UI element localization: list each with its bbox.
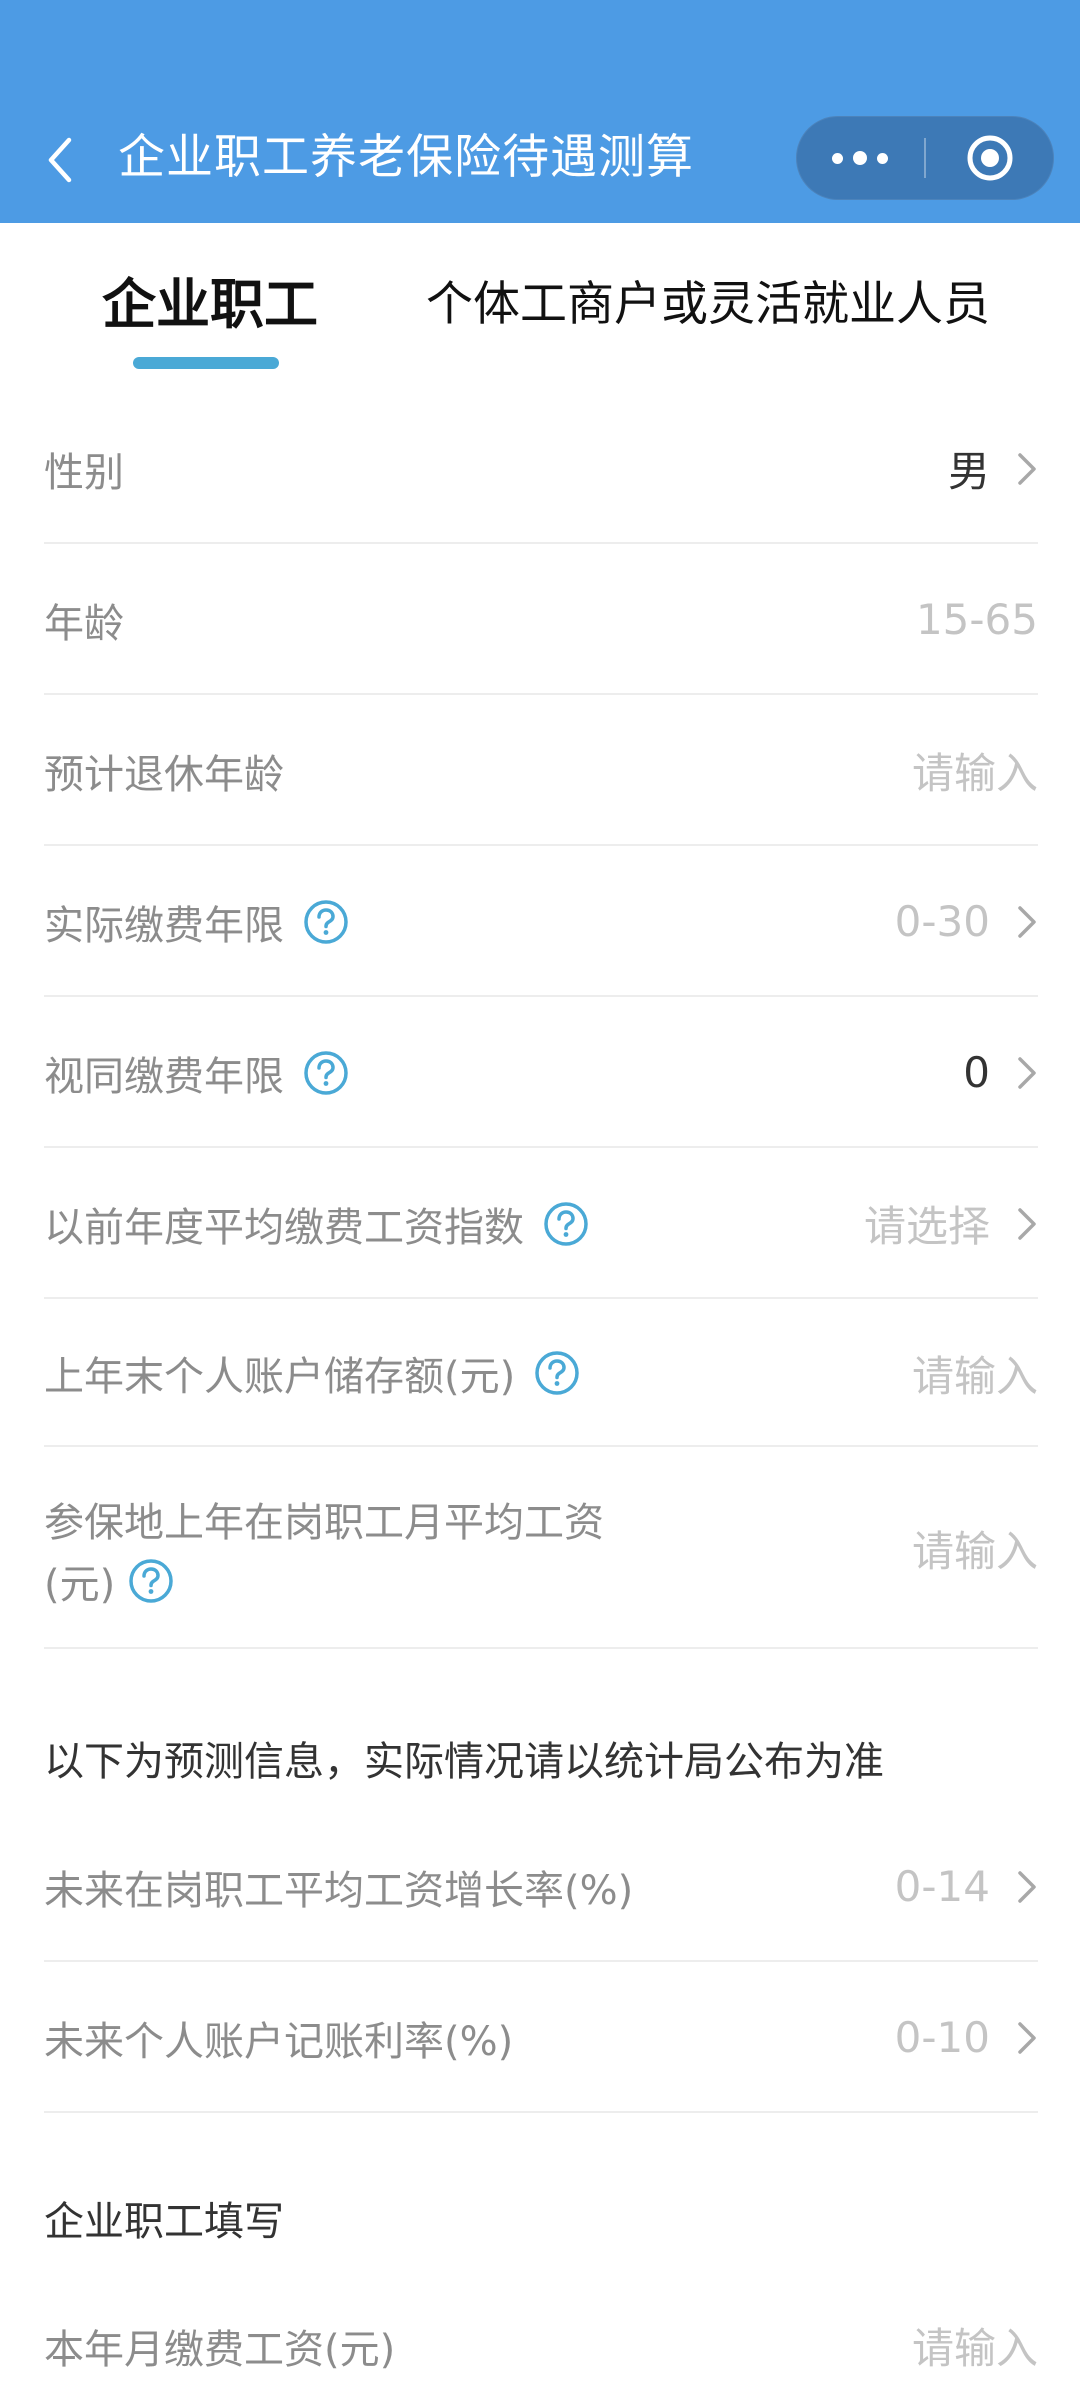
actual-years-label: 实际缴费年限 — [44, 902, 284, 949]
interest-rate-label-wrap: 未来个人账户记账利率(%) — [44, 1962, 513, 2113]
age-label-wrap: 年龄 — [44, 544, 124, 695]
interest-rate-label: 未来个人账户记账利率(%) — [44, 2018, 514, 2065]
wage-growth-label: 未来在岗职工平均工资增长率(%) — [44, 1867, 634, 1914]
retire-age-label-wrap: 预计退休年龄 — [44, 695, 284, 846]
gender-label: 性别 — [44, 449, 124, 496]
age-label: 年龄 — [44, 600, 124, 647]
help-icon[interactable] — [533, 1349, 581, 1397]
actual-years-label-wrap: 实际缴费年限 — [44, 846, 350, 997]
avg-wage-placeholder: 请输入 — [911, 1526, 1038, 1576]
employee-section-title: 企业职工填写 — [44, 2199, 284, 2245]
account-balance-input[interactable]: 请输入 — [912, 1299, 1038, 1447]
age-input[interactable]: 15-65 — [916, 544, 1038, 695]
wage-index-picker[interactable]: 请选择 — [864, 1148, 1038, 1299]
forecast-note: 以下为预测信息，实际情况请以统计局公布为准 — [44, 1739, 884, 1785]
actual-years-row[interactable]: 实际缴费年限 0-30 — [44, 846, 1038, 997]
deemed-years-picker[interactable]: 0 — [963, 997, 1038, 1148]
gender-row[interactable]: 性别 男 — [44, 393, 1038, 544]
age-placeholder: 15-65 — [915, 595, 1038, 644]
interest-rate-row[interactable]: 未来个人账户记账利率(%) 0-10 — [44, 1962, 1038, 2113]
mini-program-capsule — [796, 116, 1054, 200]
account-balance-placeholder: 请输入 — [911, 1351, 1038, 1401]
page: 企业职工养老保险待遇测算 企业职工 个体工商户或灵活就业人员 性别 男 年龄 1… — [0, 0, 1080, 2400]
page-title: 企业职工养老保险待遇测算 — [118, 130, 694, 185]
deemed-years-label: 视同缴费年限 — [44, 1053, 284, 1100]
chevron-right-icon — [1018, 452, 1036, 485]
retire-age-row[interactable]: 预计退休年龄 请输入 — [44, 695, 1038, 846]
chevron-right-icon — [1018, 1870, 1036, 1903]
nav-header: 企业职工养老保险待遇测算 — [0, 0, 1080, 223]
more-dots-icon — [827, 151, 893, 165]
monthly-wage-row[interactable]: 本年月缴费工资(元) 请输入 — [44, 2270, 1038, 2400]
divider — [44, 1647, 1038, 1649]
help-icon[interactable] — [302, 1049, 350, 1097]
deemed-years-label-wrap: 视同缴费年限 — [44, 997, 350, 1148]
gender-value: 男 — [947, 447, 990, 496]
help-icon[interactable] — [542, 1200, 590, 1248]
divider — [44, 2111, 1038, 2113]
monthly-wage-label: 本年月缴费工资(元) — [44, 2326, 396, 2373]
wage-index-placeholder: 请选择 — [863, 1202, 990, 1251]
tab-individual-flexible[interactable]: 个体工商户或灵活就业人员 — [426, 265, 990, 345]
wage-index-row[interactable]: 以前年度平均缴费工资指数 请选择 — [44, 1148, 1038, 1299]
gender-value-wrap: 男 — [948, 393, 1038, 544]
monthly-wage-label-wrap: 本年月缴费工资(元) — [44, 2270, 395, 2400]
wage-growth-row[interactable]: 未来在岗职工平均工资增长率(%) 0-14 — [44, 1811, 1038, 1962]
interest-rate-placeholder: 0-10 — [894, 2013, 990, 2062]
wage-index-label: 以前年度平均缴费工资指数 — [44, 1204, 524, 1251]
avg-wage-input[interactable]: 请输入 — [912, 1447, 1038, 1649]
wage-index-label-wrap: 以前年度平均缴费工资指数 — [44, 1148, 590, 1299]
tab-bar: 企业职工 个体工商户或灵活就业人员 — [0, 223, 1080, 383]
wage-growth-placeholder: 0-14 — [894, 1862, 990, 1911]
tab-enterprise-employee[interactable]: 企业职工 — [102, 265, 318, 345]
retire-age-input[interactable]: 请输入 — [912, 695, 1038, 846]
more-button[interactable] — [796, 116, 924, 200]
avg-wage-row[interactable]: 参保地上年在岗职工月平均工资 (元) 请输入 — [44, 1447, 1038, 1649]
gender-label-wrap: 性别 — [44, 393, 124, 544]
close-button[interactable] — [926, 116, 1054, 200]
retire-age-label: 预计退休年龄 — [44, 751, 284, 798]
deemed-years-value: 0 — [963, 1048, 990, 1097]
avg-wage-label-line2: (元) — [44, 1562, 116, 1608]
help-icon[interactable] — [127, 1557, 175, 1605]
chevron-left-icon — [48, 137, 72, 183]
chevron-right-icon — [1018, 2021, 1036, 2054]
help-icon[interactable] — [302, 898, 350, 946]
account-balance-label: 上年末个人账户储存额(元) — [44, 1354, 516, 1400]
tab-active-indicator — [133, 357, 279, 369]
back-button[interactable] — [30, 120, 90, 200]
avg-wage-label-line2-wrap: (元) — [44, 1551, 175, 1611]
actual-years-placeholder: 0-30 — [894, 897, 990, 946]
wage-growth-label-wrap: 未来在岗职工平均工资增长率(%) — [44, 1811, 633, 1962]
deemed-years-row[interactable]: 视同缴费年限 0 — [44, 997, 1038, 1148]
account-balance-row[interactable]: 上年末个人账户储存额(元) 请输入 — [44, 1299, 1038, 1447]
chevron-right-icon — [1018, 1207, 1036, 1240]
age-row[interactable]: 年龄 15-65 — [44, 544, 1038, 695]
account-balance-label-wrap: 上年末个人账户储存额(元) — [44, 1299, 581, 1447]
interest-rate-picker[interactable]: 0-10 — [895, 1962, 1038, 2113]
monthly-wage-input[interactable]: 请输入 — [912, 2270, 1038, 2400]
chevron-right-icon — [1018, 1056, 1036, 1089]
chevron-right-icon — [1018, 905, 1036, 938]
monthly-wage-placeholder: 请输入 — [911, 2324, 1038, 2373]
retire-age-placeholder: 请输入 — [911, 749, 1038, 798]
actual-years-picker[interactable]: 0-30 — [895, 846, 1038, 997]
avg-wage-label-line1: 参保地上年在岗职工月平均工资 — [44, 1500, 604, 1546]
wage-growth-picker[interactable]: 0-14 — [895, 1811, 1038, 1962]
avg-wage-label-line1-wrap: 参保地上年在岗职工月平均工资 — [44, 1489, 604, 1549]
target-close-icon — [967, 135, 1013, 181]
